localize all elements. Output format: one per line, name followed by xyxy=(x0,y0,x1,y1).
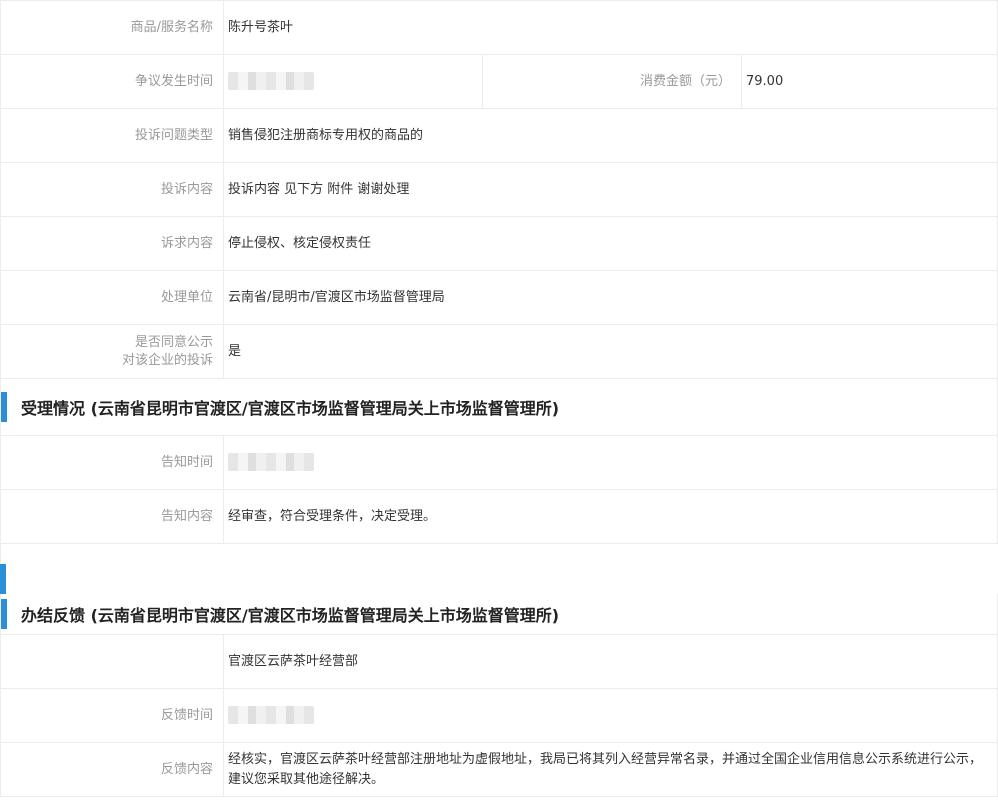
consent-publicize-value: 是 xyxy=(223,324,998,379)
table-row: 诉求内容 停止侵权、核定侵权责任 xyxy=(0,216,998,271)
amount-label: 消费金额（元） xyxy=(482,54,742,109)
table-row: 商品/服务名称 陈升号茶叶 xyxy=(0,0,998,55)
complaint-details-table: 商品/服务名称 陈升号茶叶 争议发生时间 消费金额（元） 79.00 投诉问题类… xyxy=(0,0,998,379)
table-row: 争议发生时间 消费金额（元） 79.00 xyxy=(0,54,998,109)
consent-publicize-label: 是否同意公示 对该企业的投诉 xyxy=(0,324,224,379)
empty-section-marker xyxy=(0,564,998,594)
feedback-section-title: 办结反馈 (云南省昆明市官渡区/官渡区市场监督管理局关上市场监督管理所) xyxy=(0,594,998,634)
demand-content-label: 诉求内容 xyxy=(0,216,224,271)
redacted-value xyxy=(228,706,314,724)
table-row: 是否同意公示 对该企业的投诉 是 xyxy=(0,324,998,379)
consent-label-line2: 对该企业的投诉 xyxy=(121,352,213,368)
amount-value: 79.00 xyxy=(741,54,998,109)
section-spacer xyxy=(0,544,998,564)
feedback-company-label xyxy=(0,634,224,689)
notify-time-label: 告知时间 xyxy=(0,435,224,490)
section-accent-bar xyxy=(1,599,7,629)
consent-label-line1: 是否同意公示 xyxy=(134,334,213,350)
complaint-type-label: 投诉问题类型 xyxy=(0,108,224,163)
table-row: 处理单位 云南省/昆明市/官渡区市场监督管理局 xyxy=(0,270,998,325)
product-name-label: 商品/服务名称 xyxy=(0,0,224,55)
feedback-content-label: 反馈内容 xyxy=(0,742,224,797)
dispute-time-label: 争议发生时间 xyxy=(0,54,224,109)
feedback-table: 官渡区云萨茶叶经营部 反馈时间 反馈内容 经核实，官渡区云萨茶叶经营部注册地址为… xyxy=(0,634,998,797)
acceptance-section-title: 受理情况 (云南省昆明市官渡区/官渡区市场监督管理局关上市场监督管理所) xyxy=(0,379,998,435)
complaint-content-value: 投诉内容 见下方 附件 谢谢处理 xyxy=(223,162,998,217)
feedback-content-value: 经核实，官渡区云萨茶叶经营部注册地址为虚假地址，我局已将其列入经营异常名录，并通… xyxy=(223,742,998,797)
section-accent-bar xyxy=(1,392,7,422)
table-row: 官渡区云萨茶叶经营部 xyxy=(0,634,998,689)
acceptance-table: 告知时间 告知内容 经审查，符合受理条件，决定受理。 xyxy=(0,435,998,544)
demand-content-value: 停止侵权、核定侵权责任 xyxy=(223,216,998,271)
table-row: 反馈时间 xyxy=(0,688,998,743)
section-accent-bar xyxy=(0,564,6,594)
redacted-value xyxy=(228,453,314,471)
notify-content-value: 经审查，符合受理条件，决定受理。 xyxy=(223,489,998,544)
table-row: 告知内容 经审查，符合受理条件，决定受理。 xyxy=(0,489,998,544)
product-name-value: 陈升号茶叶 xyxy=(223,0,998,55)
table-row: 告知时间 xyxy=(0,435,998,490)
feedback-time-value xyxy=(223,688,998,743)
handling-unit-label: 处理单位 xyxy=(0,270,224,325)
table-row: 反馈内容 经核实，官渡区云萨茶叶经营部注册地址为虚假地址，我局已将其列入经营异常… xyxy=(0,742,998,797)
feedback-company-value: 官渡区云萨茶叶经营部 xyxy=(223,634,998,689)
complaint-type-value: 销售侵犯注册商标专用权的商品的 xyxy=(223,108,998,163)
dispute-time-value xyxy=(223,54,483,109)
feedback-time-label: 反馈时间 xyxy=(0,688,224,743)
complaint-content-label: 投诉内容 xyxy=(0,162,224,217)
notify-content-label: 告知内容 xyxy=(0,489,224,544)
table-row: 投诉问题类型 销售侵犯注册商标专用权的商品的 xyxy=(0,108,998,163)
feedback-title-text: 办结反馈 (云南省昆明市官渡区/官渡区市场监督管理局关上市场监督管理所) xyxy=(21,606,560,625)
acceptance-title-text: 受理情况 (云南省昆明市官渡区/官渡区市场监督管理局关上市场监督管理所) xyxy=(21,399,560,418)
notify-time-value xyxy=(223,435,998,490)
handling-unit-value: 云南省/昆明市/官渡区市场监督管理局 xyxy=(223,270,998,325)
redacted-value xyxy=(228,72,314,90)
table-row: 投诉内容 投诉内容 见下方 附件 谢谢处理 xyxy=(0,162,998,217)
